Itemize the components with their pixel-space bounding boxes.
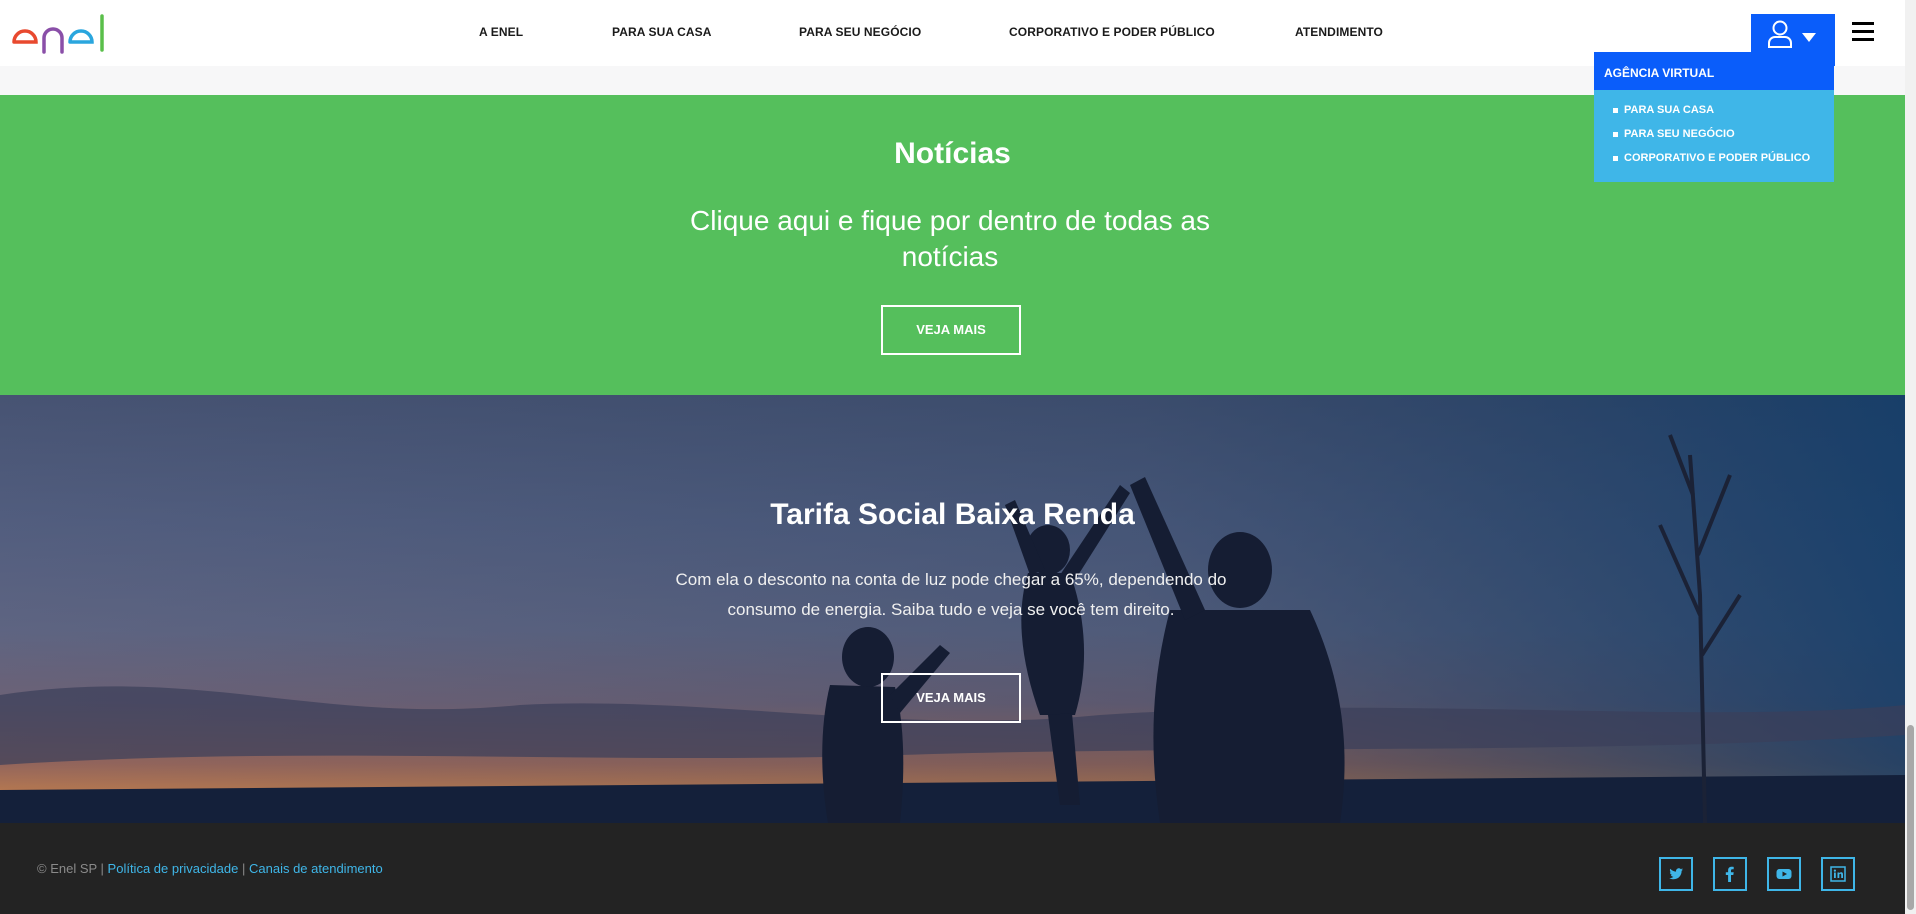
user-icon xyxy=(1768,20,1792,48)
news-subtitle: Clique aqui e fique por dentro de todas … xyxy=(690,205,1210,272)
privacy-policy-link[interactable]: Política de privacidade xyxy=(108,861,239,876)
agencia-virtual-dropdown: AGÊNCIA VIRTUAL PARA SUA CASA PARA SEU N… xyxy=(1594,52,1834,182)
linkedin-link[interactable] xyxy=(1821,857,1855,891)
dropdown-item-corporativo[interactable]: CORPORATIVO E PODER PÚBLICO xyxy=(1594,152,1834,176)
facebook-icon xyxy=(1725,866,1734,882)
tarifa-social-section: Tarifa Social Baixa Renda Com ela o desc… xyxy=(0,395,1905,823)
nav-item-para-sua-casa[interactable]: PARA SUA CASA xyxy=(612,25,712,39)
twitter-icon xyxy=(1669,868,1683,880)
tarifa-veja-mais-button[interactable]: VEJA MAIS xyxy=(881,673,1021,723)
page-scrollbar[interactable] xyxy=(1905,0,1916,914)
chevron-down-icon xyxy=(1802,33,1816,42)
tarifa-description: Com ela o desconto na conta de luz pode … xyxy=(675,570,1227,619)
twitter-link[interactable] xyxy=(1659,857,1693,891)
footer-links: © Enel SP | Política de privacidade | Ca… xyxy=(37,861,383,876)
nav-item-corporativo[interactable]: CORPORATIVO E PODER PÚBLICO xyxy=(1009,25,1215,39)
dropdown-list: PARA SUA CASA PARA SEU NEGÓCIO CORPORATI… xyxy=(1594,90,1834,182)
facebook-link[interactable] xyxy=(1713,857,1747,891)
scrollbar-thumb[interactable] xyxy=(1907,725,1914,910)
footer-separator: | xyxy=(241,861,246,876)
youtube-icon xyxy=(1776,869,1792,879)
nav-item-a-enel[interactable]: A ENEL xyxy=(479,25,523,39)
youtube-link[interactable] xyxy=(1767,857,1801,891)
service-channels-link[interactable]: Canais de atendimento xyxy=(249,861,383,876)
site-footer: © Enel SP | Política de privacidade | Ca… xyxy=(0,823,1905,914)
dropdown-title[interactable]: AGÊNCIA VIRTUAL xyxy=(1594,52,1834,90)
copyright-text: © Enel SP | xyxy=(37,861,104,876)
nav-item-para-seu-negocio[interactable]: PARA SEU NEGÓCIO xyxy=(799,25,921,39)
hamburger-menu-icon[interactable] xyxy=(1852,22,1874,42)
dropdown-item-para-sua-casa[interactable]: PARA SUA CASA xyxy=(1594,104,1834,128)
dropdown-item-para-seu-negocio[interactable]: PARA SEU NEGÓCIO xyxy=(1594,128,1834,152)
tarifa-title: Tarifa Social Baixa Renda xyxy=(770,498,1135,531)
news-veja-mais-button[interactable]: VEJA MAIS xyxy=(881,305,1021,355)
linkedin-icon xyxy=(1830,866,1846,882)
nav-item-atendimento[interactable]: ATENDIMENTO xyxy=(1295,25,1383,39)
